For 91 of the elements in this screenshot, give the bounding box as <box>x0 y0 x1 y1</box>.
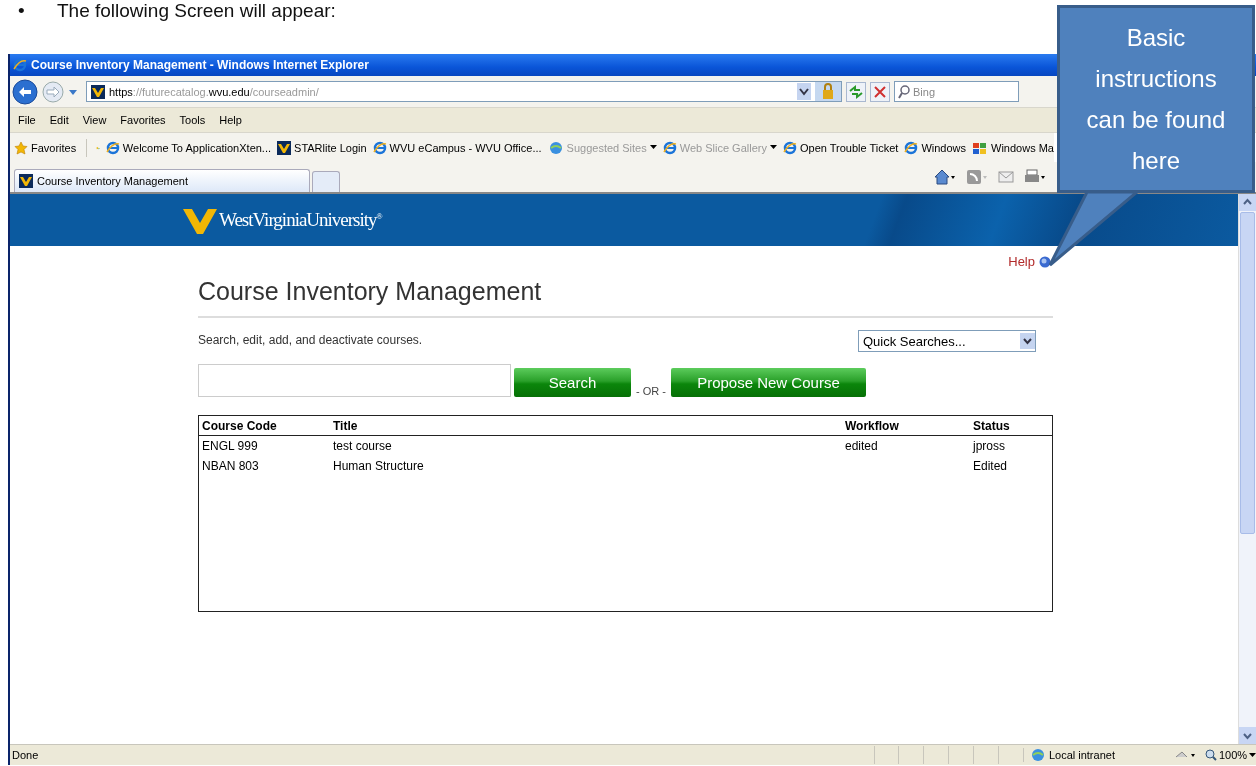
help-icon[interactable] <box>1039 255 1051 268</box>
page-description: Search, edit, add, and deactivate courses. <box>198 333 423 347</box>
column-header: Course Code <box>201 418 278 433</box>
back-button[interactable] <box>12 78 38 105</box>
scroll-up-button[interactable] <box>1239 194 1256 211</box>
callout-box: Basic instructions can be found here <box>1057 5 1255 193</box>
window-title: Course Inventory Management - Windows Internet Explorer <box>31 58 369 72</box>
link-label: WVU eCampus - WVU Office... <box>389 141 542 154</box>
home-icon[interactable] <box>934 169 956 185</box>
scroll-thumb[interactable] <box>1240 212 1255 534</box>
favorite-link[interactable]: Windows <box>904 140 967 155</box>
zoom-icon <box>1204 749 1217 761</box>
menu-item[interactable]: Tools <box>179 114 206 126</box>
caption-text: The following Screen will appear: <box>57 0 336 22</box>
security-zone: Local intranet <box>1048 749 1115 761</box>
university-logo-text: WestVirginiaUniversity$^{®}$ <box>219 209 382 231</box>
favorites-button[interactable]: Favorites <box>14 140 77 155</box>
url-text: https://futurecatalog.wvu.edu/courseadmin/ <box>109 85 319 98</box>
caret-icon <box>1020 333 1035 349</box>
lock-icon <box>815 82 841 101</box>
browser-icon <box>372 140 387 155</box>
browser-icon <box>782 140 797 155</box>
dropdown-icon[interactable] <box>68 87 78 96</box>
favorite-link[interactable]: Welcome To ApplicationXten... <box>105 140 272 155</box>
search-placeholder: Bing <box>913 85 936 98</box>
scroll-down-button[interactable] <box>1239 727 1256 744</box>
table-cell-text: NBAN 803 <box>201 459 260 473</box>
status-text: Done <box>11 749 40 761</box>
or-separator: - OR - <box>635 385 667 397</box>
address-field[interactable]: https://futurecatalog.wvu.edu/courseadmin/ <box>86 81 842 102</box>
menu-item[interactable]: Help <box>219 114 242 126</box>
link-label: Windows <box>921 141 967 154</box>
wv-logo-icon <box>277 140 292 155</box>
zoom-control[interactable]: 100% <box>1204 749 1256 761</box>
link-label: Windows Ma <box>991 141 1054 154</box>
column-header: Status <box>972 418 1011 433</box>
propose-course-button[interactable]: Propose New Course <box>670 368 866 397</box>
caret-icon <box>1249 752 1256 758</box>
search-button[interactable]: Search <box>514 368 631 397</box>
new-tab-button[interactable] <box>312 171 340 192</box>
scrollbar[interactable] <box>1238 194 1256 744</box>
table-cell-text: test course <box>332 439 393 453</box>
menu-item[interactable]: Favorites <box>120 114 166 126</box>
search-input[interactable] <box>198 364 511 397</box>
table-cell-text: edited <box>844 439 879 453</box>
table-cell-text: Edited <box>972 459 1009 473</box>
quick-searches-dropdown[interactable]: Quick Searches... <box>858 330 1036 352</box>
favorite-link[interactable]: Open Trouble Ticket <box>782 140 899 155</box>
link-label: Open Trouble Ticket <box>799 141 899 154</box>
globe-icon <box>547 140 564 155</box>
page-heading: Course Inventory Management <box>198 277 1053 318</box>
wv-logo-icon <box>91 84 105 99</box>
column-header: Title <box>332 418 359 433</box>
bullet: • <box>17 0 26 22</box>
help-link[interactable]: Help <box>1008 254 1035 269</box>
tab-label: Course Inventory Management <box>37 175 189 187</box>
forward-button[interactable] <box>42 80 64 103</box>
dropdown-icon[interactable] <box>797 83 811 100</box>
favorites-label: Favorites <box>31 141 77 154</box>
wv-logo-icon <box>19 174 33 188</box>
menu-item[interactable]: View <box>82 114 107 126</box>
close-button[interactable] <box>870 81 890 102</box>
refresh-button[interactable] <box>846 81 866 102</box>
link-label: Suggested Sites <box>566 141 647 154</box>
star-icon <box>14 140 28 155</box>
caret-icon <box>649 145 657 150</box>
table-cell-text: jpross <box>971 439 1006 453</box>
favorite-link[interactable]: WVU eCampus - WVU Office... <box>372 140 542 155</box>
browser-icon <box>662 140 677 155</box>
globe-icon <box>1029 748 1046 762</box>
link-label: Web Slice Gallery <box>679 141 767 154</box>
browser-icon <box>13 58 27 72</box>
mail-icon[interactable] <box>998 169 1014 183</box>
browser-icon <box>105 140 120 155</box>
print-icon[interactable] <box>1024 169 1046 185</box>
link-label: Welcome To ApplicationXten... <box>122 141 272 154</box>
search-icon <box>898 84 910 99</box>
browser-tab[interactable]: Course Inventory Management <box>14 169 310 192</box>
link-label: STARlite Login <box>294 141 367 154</box>
column-header: Workflow <box>844 418 900 433</box>
menu-item[interactable]: Edit <box>49 114 69 126</box>
flag-icon <box>972 140 989 155</box>
table-cell-text: Human Structure <box>332 459 425 473</box>
menu-item[interactable]: File <box>18 114 36 126</box>
favorite-link[interactable]: Windows Ma <box>972 140 1054 155</box>
favorite-link[interactable]: STARlite Login <box>277 140 367 155</box>
browser-icon <box>904 140 919 155</box>
feed-icon[interactable] <box>966 169 988 185</box>
caret-icon <box>769 145 777 150</box>
search-field[interactable]: Bing <box>894 81 1019 102</box>
table-cell-text: ENGL 999 <box>201 439 259 453</box>
